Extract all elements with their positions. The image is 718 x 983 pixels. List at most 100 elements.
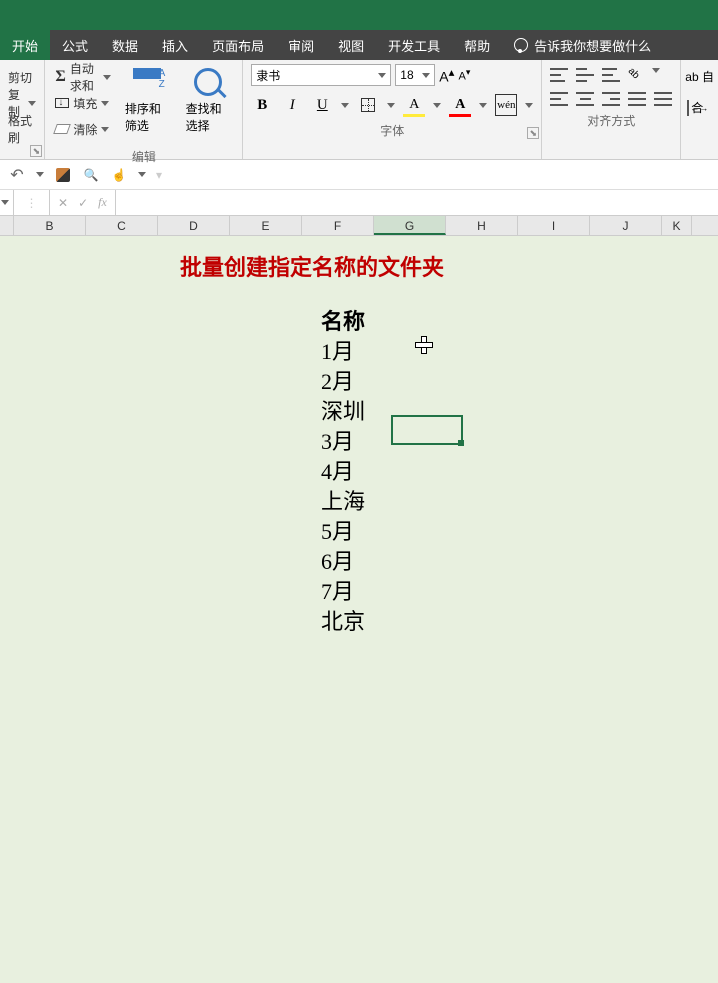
clipboard-group: 剪切 复制 格式刷 ⬊ (0, 60, 45, 159)
cell-value: 6月 (321, 544, 354, 576)
dropdown-icon (101, 101, 109, 106)
sheet-title: 批量创建指定名称的文件夹 (180, 250, 444, 282)
bulb-icon (514, 38, 528, 52)
cancel-button[interactable]: ✕ (58, 196, 68, 210)
align-right-button[interactable] (602, 92, 620, 106)
border-icon (361, 98, 375, 112)
autosum-label: 自动求和 (70, 60, 99, 94)
cell-value: 北京 (321, 604, 365, 636)
tab-view[interactable]: 视图 (326, 30, 376, 60)
col-header-D[interactable]: D (158, 216, 230, 235)
column-headers: BCDEFGHIJK (0, 216, 718, 236)
dropdown-icon (525, 103, 533, 108)
tab-layout[interactable]: 页面布局 (200, 30, 276, 60)
sort-filter-label: 排序和筛选 (125, 100, 170, 134)
dropdown-icon (422, 73, 430, 78)
ribbon: 剪切 复制 格式刷 ⬊ Σ 自动求和 (0, 60, 718, 160)
autosum-button[interactable]: Σ 自动求和 (55, 66, 110, 88)
shrink-font-button[interactable]: A▾ (459, 67, 471, 83)
merge-button[interactable]: 合 (685, 99, 703, 116)
phonetic-button[interactable]: wén (495, 94, 517, 116)
col-header-F[interactable]: F (302, 216, 374, 235)
font-size-select[interactable]: 18 (395, 64, 435, 86)
font-name-select[interactable]: 隶书 (251, 64, 391, 86)
clipboard-launcher[interactable]: ⬊ (30, 145, 42, 157)
sigma-icon: Σ (55, 68, 65, 86)
tab-dev[interactable]: 开发工具 (376, 30, 452, 60)
col-header-C[interactable]: C (86, 216, 158, 235)
dropdown-icon (387, 103, 395, 108)
cut-button[interactable]: 剪切 (8, 66, 36, 88)
align-bottom-button[interactable] (602, 68, 620, 82)
select-all-corner[interactable] (0, 216, 14, 235)
decrease-indent-button[interactable] (628, 92, 646, 106)
name-box[interactable] (0, 190, 14, 215)
col-header-K[interactable]: K (662, 216, 692, 235)
grow-font-button[interactable]: A▴ (439, 65, 454, 85)
find-icon (194, 68, 222, 96)
fill-color-button[interactable]: A (403, 94, 425, 116)
col-header-I[interactable]: I (518, 216, 590, 235)
font-name-value: 隶书 (256, 67, 280, 84)
touch-button[interactable]: ☝ (110, 166, 128, 184)
edit-group-label: 编辑 (45, 146, 242, 167)
dropdown-icon (28, 101, 36, 106)
tab-formula[interactable]: 公式 (50, 30, 100, 60)
align-middle-button[interactable] (576, 68, 594, 82)
formula-bar: ⋮ ✕ ✓ fx (0, 190, 718, 216)
cell-value: 2月 (321, 364, 354, 396)
tab-start[interactable]: 开始 (0, 30, 50, 60)
orientation-button[interactable] (628, 68, 644, 84)
cell-value: 上海 (321, 484, 365, 516)
format-painter-label: 格式刷 (8, 112, 36, 146)
col-header-G[interactable]: G (374, 216, 446, 235)
cell-value: 3月 (321, 424, 354, 456)
border-button[interactable] (357, 94, 379, 116)
dropdown-icon (36, 172, 44, 177)
col-header-H[interactable]: H (446, 216, 518, 235)
col-header-J[interactable]: J (590, 216, 662, 235)
brush-button[interactable] (54, 166, 72, 184)
confirm-button[interactable]: ✓ (78, 196, 88, 210)
dropdown-icon (652, 68, 660, 73)
tab-review[interactable]: 审阅 (276, 30, 326, 60)
selected-cell[interactable] (391, 415, 463, 445)
preview-button[interactable]: 🔍 (82, 166, 100, 184)
cell-value: 7月 (321, 574, 354, 606)
italic-button[interactable]: I (281, 94, 303, 116)
tab-data[interactable]: 数据 (100, 30, 150, 60)
sort-filter-button[interactable]: 排序和筛选 (117, 64, 178, 138)
cut-label: 剪切 (8, 69, 32, 86)
align-group-label: 对齐方式 (542, 110, 680, 131)
font-group-label: 字体 ⬊ (243, 120, 541, 141)
format-painter-button[interactable]: 格式刷 (8, 118, 36, 140)
column-header-name: 名称 (321, 304, 365, 336)
underline-button[interactable]: U (311, 94, 333, 116)
tab-help[interactable]: 帮助 (452, 30, 502, 60)
tab-insert[interactable]: 插入 (150, 30, 200, 60)
tellme-label: 告诉我你想要做什么 (534, 36, 651, 55)
fx-button[interactable]: fx (98, 195, 107, 210)
find-select-button[interactable]: 查找和选择 (178, 64, 239, 138)
align-left-button[interactable] (550, 92, 568, 106)
increase-indent-button[interactable] (654, 92, 672, 106)
align-center-button[interactable] (576, 92, 594, 106)
wrap-text-button[interactable]: ab 自 (685, 68, 714, 85)
spreadsheet-area[interactable]: 批量创建指定名称的文件夹 名称 1月2月深圳3月4月上海5月6月7月北京 (0, 236, 718, 983)
col-header-B[interactable]: B (14, 216, 86, 235)
tab-tellme[interactable]: 告诉我你想要做什么 (502, 30, 663, 60)
clear-button[interactable]: 清除 (55, 118, 110, 140)
col-header-E[interactable]: E (230, 216, 302, 235)
copy-button[interactable]: 复制 (8, 92, 36, 114)
bold-button[interactable]: B (251, 94, 273, 116)
font-color-button[interactable]: A (449, 94, 471, 116)
font-launcher[interactable]: ⬊ (527, 127, 539, 139)
align-top-button[interactable] (550, 68, 568, 82)
fill-button[interactable]: 填充 (55, 92, 110, 114)
fill-icon (55, 98, 69, 108)
dropdown-icon (101, 127, 109, 132)
merge-icon (687, 100, 689, 116)
formula-input[interactable] (116, 190, 718, 215)
undo-button[interactable]: ↶ (8, 166, 26, 184)
edit-group: Σ 自动求和 填充 清除 排序和筛选 (45, 60, 243, 159)
